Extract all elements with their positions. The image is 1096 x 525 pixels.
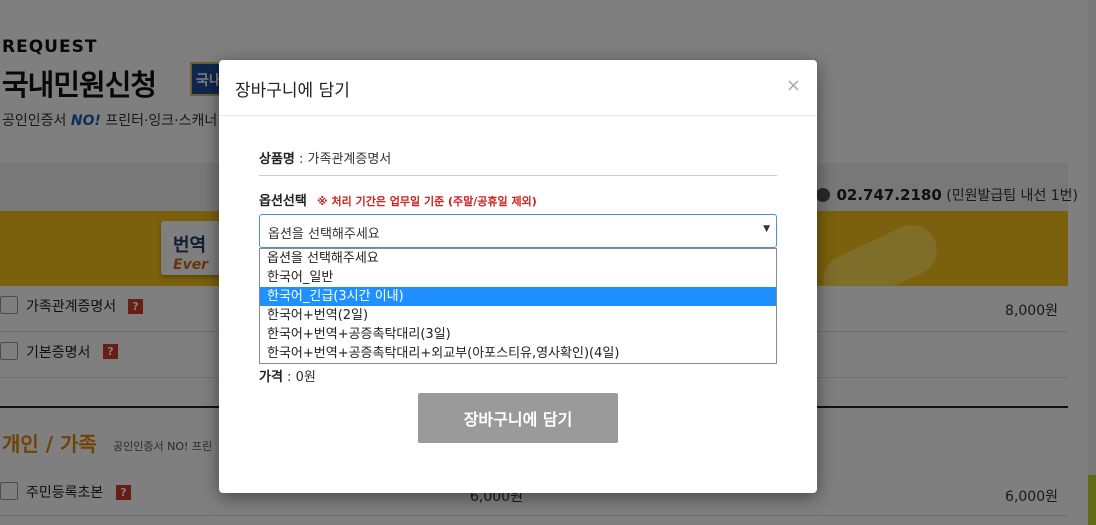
option-label: 옵션선택 (259, 194, 307, 209)
modal-header: 장바구니에 담기 × (219, 60, 817, 116)
price-label: 가격 (259, 370, 283, 385)
product-value: 가족관계증명서 (307, 152, 392, 167)
option-item[interactable]: 옵션을 선택해주세요 (260, 249, 776, 268)
option-note: ※ 처리 기간은 업무일 기준 (주말/공휴일 제외) (316, 195, 537, 208)
option-select[interactable]: 옵션을 선택해주세요 ▼ (259, 214, 777, 248)
close-icon[interactable]: × (786, 75, 801, 96)
product-label: 상품명 (259, 152, 295, 167)
option-dropdown-list: 옵션을 선택해주세요 한국어_일반 한국어_긴급(3시간 이내) 한국어+번역(… (259, 248, 777, 364)
option-item[interactable]: 한국어_일반 (260, 268, 776, 287)
select-value: 옵션을 선택해주세요 (268, 227, 380, 242)
option-item[interactable]: 한국어+번역+공증촉탁대리+외교부(아포스티유,영사확인)(4일) (260, 344, 776, 363)
modal-title: 장바구니에 담기 (235, 81, 350, 101)
option-label-row: 옵션선택 ※ 처리 기간은 업무일 기준 (주말/공휴일 제외) (259, 190, 777, 209)
add-to-cart-modal: 장바구니에 담기 × 상품명 : 가족관계증명서 옵션선택 ※ 처리 기간은 업… (219, 60, 817, 493)
product-name-row: 상품명 : 가족관계증명서 (259, 148, 777, 176)
option-item[interactable]: 한국어+번역+공증촉탁대리(3일) (260, 325, 776, 344)
caret-down-icon: ▼ (763, 224, 770, 234)
option-item[interactable]: 한국어+번역(2일) (260, 306, 776, 325)
add-to-cart-button[interactable]: 장바구니에 담기 (418, 393, 618, 443)
price-row: 가격 : 0원 (259, 370, 316, 385)
price-value: 0원 (295, 370, 316, 385)
option-item-highlighted[interactable]: 한국어_긴급(3시간 이내) (260, 287, 776, 306)
